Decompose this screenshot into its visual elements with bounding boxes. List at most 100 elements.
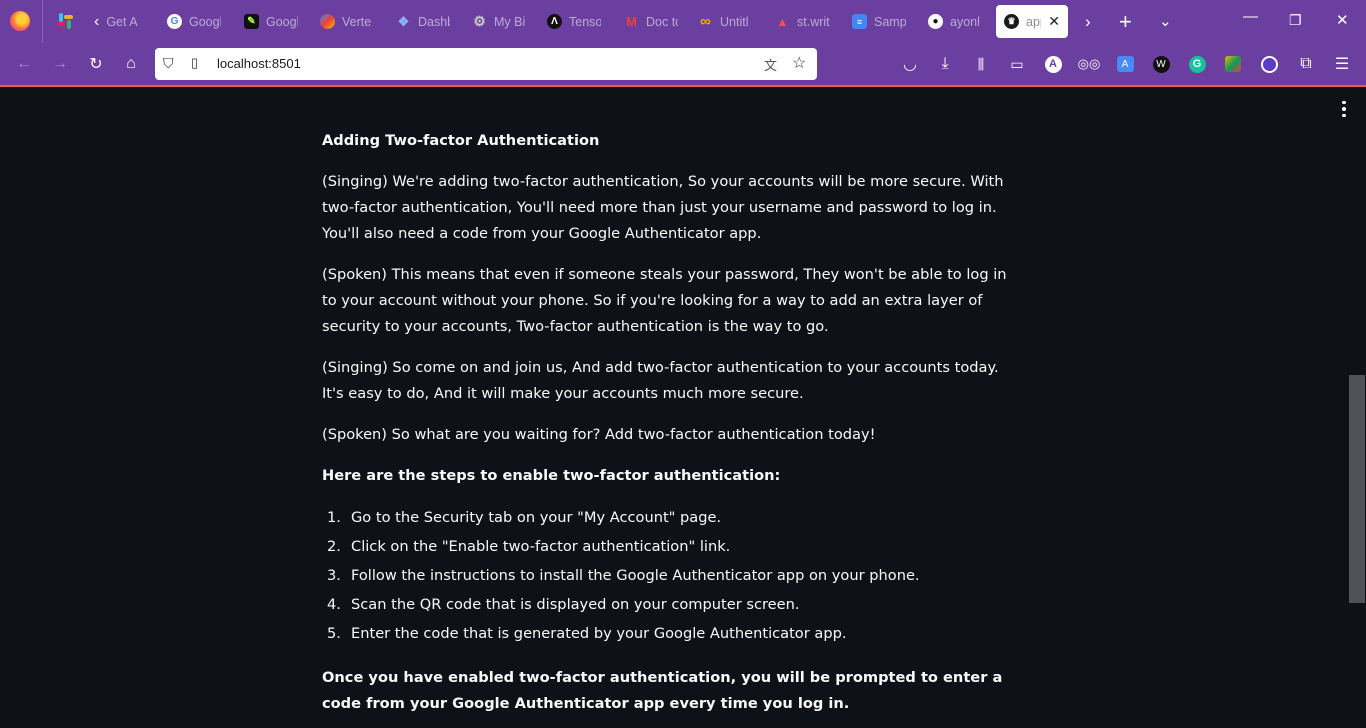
docs-icon: ≡ [852,14,867,29]
tab-label: My Bi [494,14,526,29]
browser-tab-bar: ‹ Get Al G Googl ✎ Googl Verte ❖ Dashb ⚙… [0,0,1366,43]
page-scrollbar-thumb[interactable] [1349,375,1365,603]
tab-sample[interactable]: ≡ Samp [852,5,912,38]
extension-colorful-icon[interactable] [1223,54,1243,74]
close-window-icon[interactable]: ✕ [1336,11,1349,29]
step-text: Click on the "Enable two-factor authenti… [351,537,731,555]
tab-label: Verte [342,14,372,29]
infinity-icon: ∞ [700,13,711,30]
forward-icon[interactable]: → [50,54,70,74]
tab-label: Samp [874,14,906,29]
reload-icon[interactable]: ↻ [86,54,106,74]
app-main-menu-icon[interactable] [1334,99,1354,119]
url-text[interactable]: localhost:8501 [217,56,301,71]
vertex-ai-icon [320,14,335,29]
translate-icon[interactable]: 文 [764,55,777,74]
gear-icon: ⚙ [473,13,486,29]
extension-face-icon[interactable] [1259,54,1279,74]
step-item: 2. Click on the "Enable two-factor authen… [322,534,1022,563]
tab-doc[interactable]: M Doc tc [624,5,684,38]
github-icon: ● [928,14,943,29]
slack-pinned-tab-icon[interactable] [56,12,74,30]
grammarly-icon[interactable]: G [1187,54,1207,74]
streamlit-crown-icon: ♛ [1004,14,1019,29]
streamlit-icon: ▲ [776,14,789,29]
sidebar-icon[interactable]: ▭ [1007,54,1027,74]
tensorflow-icon: Λ [547,14,562,29]
step-item: 5. Enter the code that is generated by yo… [322,621,1022,650]
tab-vertex[interactable]: Verte [320,5,380,38]
tab-label: Tenso [569,14,601,29]
tab-dashboard[interactable]: ❖ Dashb [396,5,456,38]
google-icon: G [167,14,182,29]
step-item: 3. Follow the instructions to install the… [322,563,1022,592]
extension-glasses-icon[interactable]: ◎◎ [1078,54,1101,74]
tabs-scroll-right-icon[interactable]: › [1085,12,1091,32]
tab-label: Dashb [418,14,450,29]
page-info-icon[interactable]: ▯ [191,55,198,71]
steps-heading: Here are the steps to enable two-factor … [322,467,781,485]
loading-accent-line [0,85,1366,87]
step-text: Follow the instructions to install the G… [351,566,920,584]
downloads-icon[interactable]: ⤓ [935,54,955,74]
firefox-logo-icon[interactable] [10,11,30,31]
tab-label: Get Al [106,14,139,29]
tab-app-active[interactable]: ♛ app ✕ [996,5,1068,38]
tab-github[interactable]: ● ayonl [928,5,990,38]
paragraph-2: (Spoken) This means that even if someone… [322,266,1007,335]
google-colab-icon: ✎ [244,14,259,29]
tab-label: ayonl [950,14,980,29]
step-number: 4. [327,595,341,613]
restore-icon[interactable]: ❐ [1289,12,1302,29]
address-bar[interactable]: ⛉ ▯ localhost:8501 文 ☆ [155,48,817,80]
step-item: 4. Scan the QR code that is displayed on … [322,592,1022,621]
bookmark-star-icon[interactable]: ☆ [792,53,806,73]
browser-nav-bar: ← → ↻ ⌂ ⛉ ▯ localhost:8501 文 ☆ ◡ ⤓ ⫼ ▭ A… [0,43,1366,85]
tab-label: Untitl [720,14,749,29]
paragraph-1: (Singing) We're adding two-factor authen… [322,173,1004,242]
step-item: 1. Go to the Security tab on your "My Acc… [322,505,1022,534]
step-text: Enter the code that is generated by your… [351,624,847,642]
step-number: 1. [327,508,341,526]
steps-list: 1. Go to the Security tab on your "My Acc… [322,505,1022,650]
step-text: Scan the QR code that is displayed on yo… [351,595,800,613]
dashboard-icon: ❖ [397,13,410,29]
paragraph-3: (Singing) So come on and join us, And ad… [322,359,999,402]
step-text: Go to the Security tab on your "My Accou… [351,508,722,526]
extension-a-icon[interactable]: A [1043,54,1063,74]
close-tab-icon[interactable]: ✕ [1048,13,1060,30]
tab-label: Doc tc [646,14,678,29]
home-icon[interactable]: ⌂ [121,54,141,74]
closing-paragraph: Once you have enabled two-factor authent… [322,669,1003,713]
step-number: 3. [327,566,341,584]
tab-untitled[interactable]: ∞ Untitl [698,5,760,38]
markdown-content: Adding Two-factor Authentication (Singin… [322,128,1022,728]
extension-translate-icon[interactable]: A [1115,54,1135,74]
hamburger-menu-icon[interactable]: ☰ [1332,54,1352,74]
tab-google-1[interactable]: G Googl [167,5,227,38]
shield-icon[interactable]: ⛉ [163,55,174,72]
section-heading: Adding Two-factor Authentication [322,132,600,149]
tab-google-2[interactable]: ✎ Googl [244,5,304,38]
list-all-tabs-icon[interactable]: ⌄ [1159,12,1172,30]
library-icon[interactable]: ⫼ [971,54,991,74]
new-tab-icon[interactable]: + [1119,9,1132,35]
extension-w-icon[interactable]: W [1151,54,1171,74]
extensions-puzzle-icon[interactable]: ⧉ [1296,54,1316,74]
tab-label: st.writ [797,14,830,29]
paragraph-4: (Spoken) So what are you waiting for? Ad… [322,426,876,444]
tab-get-ai[interactable]: ‹ Get Al [94,5,150,38]
tab-my-bi[interactable]: ⚙ My Bi [472,5,532,38]
tab-tensorflow[interactable]: Λ Tenso [547,5,607,38]
step-number: 5. [327,624,341,642]
back-icon[interactable]: ← [14,54,34,74]
pocket-icon[interactable]: ◡ [900,54,920,74]
minimize-icon[interactable]: — [1243,8,1258,25]
tab-label: Googl [189,14,221,29]
tab-label: Googl [266,14,298,29]
tab-label: app [1026,14,1041,29]
chevron-left-icon[interactable]: ‹ [94,13,99,31]
gmail-icon: M [626,14,637,29]
step-number: 2. [327,537,341,555]
tab-st-write[interactable]: ▲ st.writ [775,5,835,38]
